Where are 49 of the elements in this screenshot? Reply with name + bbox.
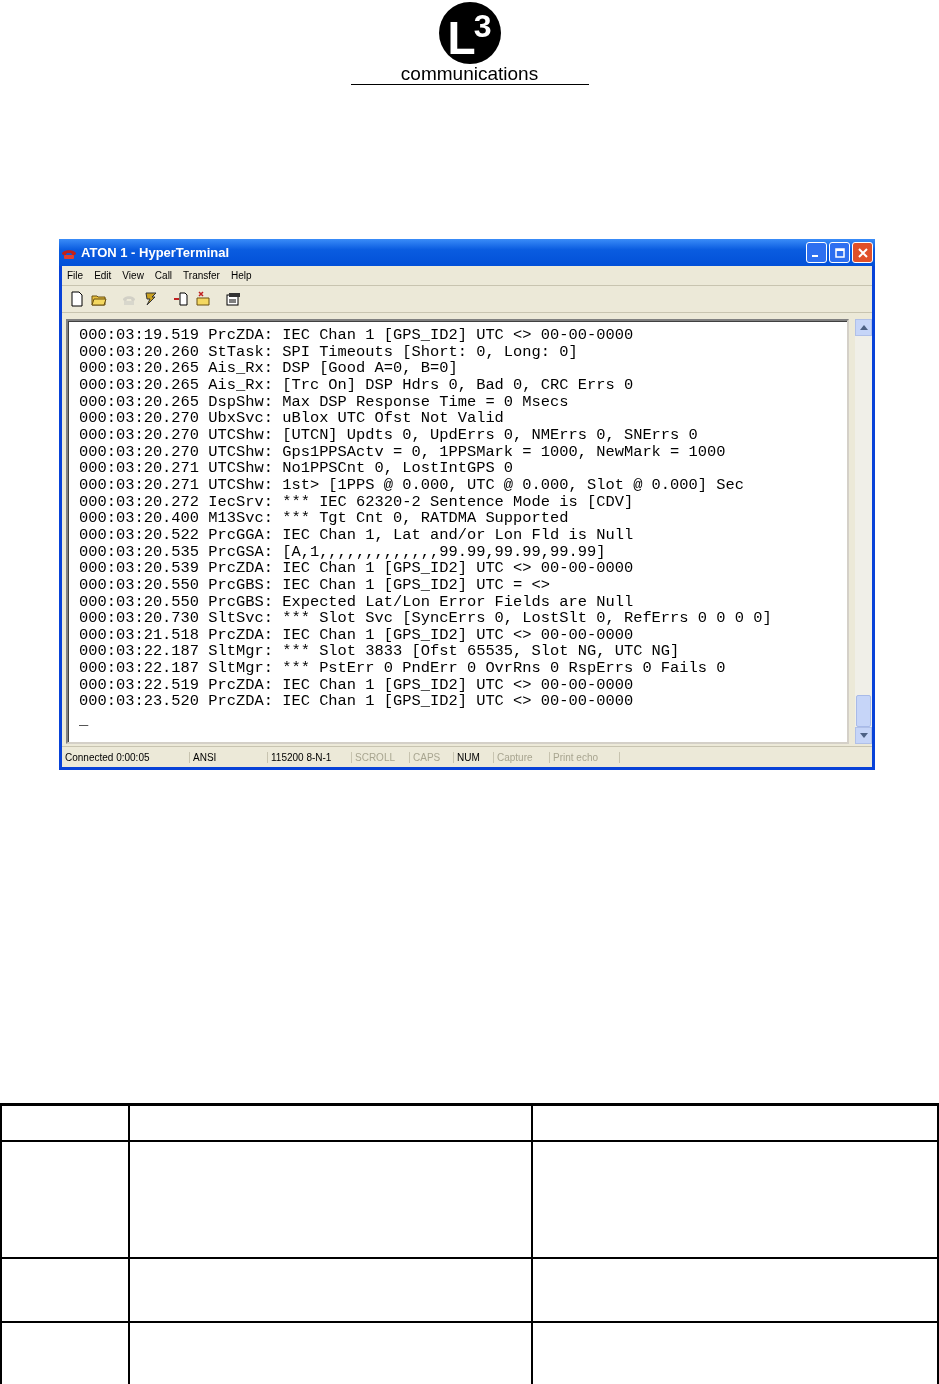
- terminal-line: 000:03:22.187 SltMgr: *** Slot 3833 [Ofst 65535, Slot NG, UTC NG]: [79, 643, 681, 661]
- status-field: NUM: [454, 751, 494, 763]
- maximize-button[interactable]: [829, 242, 850, 263]
- menu-item[interactable]: File: [62, 270, 90, 281]
- close-button[interactable]: [852, 242, 873, 263]
- terminal-line: 000:03:22.187 SltMgr: *** PstErr 0 PndErr 0 OvrRns 0 RspErrs 0 Fails 0: [79, 660, 727, 677]
- terminal-line: 000:03:21.518 PrcZDA: IEC Chan 1 [GPS_ID2] UTC <> 00-00-0000: [79, 626, 635, 644]
- menu-item[interactable]: Transfer: [178, 270, 226, 281]
- terminal-line: 000:03:20.270 UbxSvc: uBlox UTC Ofst Not Valid: [79, 410, 505, 427]
- terminal-line: 000:03:22.519 PrcZDA: IEC Chan 1 [GPS_ID2] UTC <> 00-00-0000: [79, 676, 635, 694]
- terminal-line: 000:03:20.270 UTCShw: [UTCN] Updts 0, UpdErrs 0, NMErrs 0, SNErrs 0: [79, 426, 699, 444]
- status-field: Capture: [494, 751, 550, 763]
- scrollbar-thumb[interactable]: [856, 695, 871, 727]
- status-field: 115200 8-N-1: [268, 751, 352, 763]
- terminal-line: 000:03:23.520 PrcZDA: IEC Chan 1 [GPS_ID2] UTC <> 00-00-0000: [79, 693, 635, 711]
- menu-item[interactable]: Help: [225, 270, 258, 281]
- maximize-icon: [834, 247, 845, 258]
- terminal-line: 000:03:20.400 M13Svc: *** Tgt Cnt 0, RATDMA Supported: [79, 510, 570, 527]
- terminal-line: 000:03:20.271 UTCShw: No1PPSCnt 0, LostIntGPS 0: [79, 460, 515, 477]
- window-title: ATON 1 - HyperTerminal: [81, 245, 231, 260]
- status-field: SCROLL: [352, 751, 410, 763]
- terminal-line: 000:03:20.265 Ais_Rx: [Trc On] DSP Hdrs 0, Bad 0, CRC Errs 0: [79, 376, 635, 394]
- status-field: ANSI: [190, 751, 268, 763]
- terminal-line: 000:03:20.260 StTask: SPI Timeouts [Short: 0, Long: 0]: [79, 343, 579, 361]
- scroll-up-icon[interactable]: [859, 325, 868, 330]
- text-cursor: _: [79, 712, 90, 729]
- terminal-line: 000:03:20.539 PrcZDA: IEC Chan 1 [GPS_ID2] UTC <> 00-00-0000: [79, 560, 635, 577]
- status-field: CAPS: [410, 751, 454, 763]
- minimize-icon: [811, 254, 818, 257]
- terminal-line: 000:03:20.271 UTCShw: 1st> [1PPS @ 0.000, UTC @ 0.000, Slot @ 0.000] Sec: [79, 476, 745, 494]
- terminal-line: 000:03:20.535 PrcGSA: [A,1,,,,,,,,,,,,,99.99,99.99,99.99]: [79, 543, 607, 561]
- close-icon: [857, 247, 868, 258]
- terminal-line: 000:03:19.519 PrcZDA: IEC Chan 1 [GPS_ID2] UTC <> 00-00-0000: [79, 327, 635, 344]
- terminal-line: 000:03:20.265 Ais_Rx: DSP [Good A=0, B=0]: [79, 360, 459, 377]
- terminal-line: 000:03:20.265 DspShw: Max DSP Response Time = 0 Msecs: [79, 393, 570, 411]
- logo-text: communications: [350, 64, 589, 85]
- menu-item[interactable]: Edit: [89, 270, 118, 281]
- scroll-down-icon[interactable]: [859, 733, 868, 738]
- terminal-line: 000:03:20.270 UTCShw: Gps1PPSActv = 0, 1PPSMark = 1000, NewMark = 1000: [79, 443, 727, 461]
- status-field: Connected 0:00:05: [62, 751, 190, 763]
- terminal-line: 000:03:20.522 PrcGGA: IEC Chan 1, Lat and/or Lon Fld is Null: [79, 526, 635, 544]
- menu-item[interactable]: Call: [149, 270, 179, 281]
- terminal-line: 000:03:20.550 PrcGBS: Expected Lat/Lon Error Fields are Null: [79, 593, 635, 611]
- minimize-button[interactable]: [806, 242, 827, 263]
- terminal-line: 000:03:20.272 IecSrv: *** IEC 62320-2 Sentence Mode is [CDV]: [79, 493, 635, 511]
- menu-item[interactable]: View: [117, 270, 150, 281]
- status-field: Print echo: [550, 751, 620, 763]
- terminal-line: 000:03:20.550 PrcGBS: IEC Chan 1 [GPS_ID2] UTC = <>: [79, 576, 552, 594]
- terminal-line: 000:03:20.730 SltSvc: *** Slot Svc [SyncErrs 0, LostSlt 0, RefErrs 0 0 0 0]: [79, 610, 773, 627]
